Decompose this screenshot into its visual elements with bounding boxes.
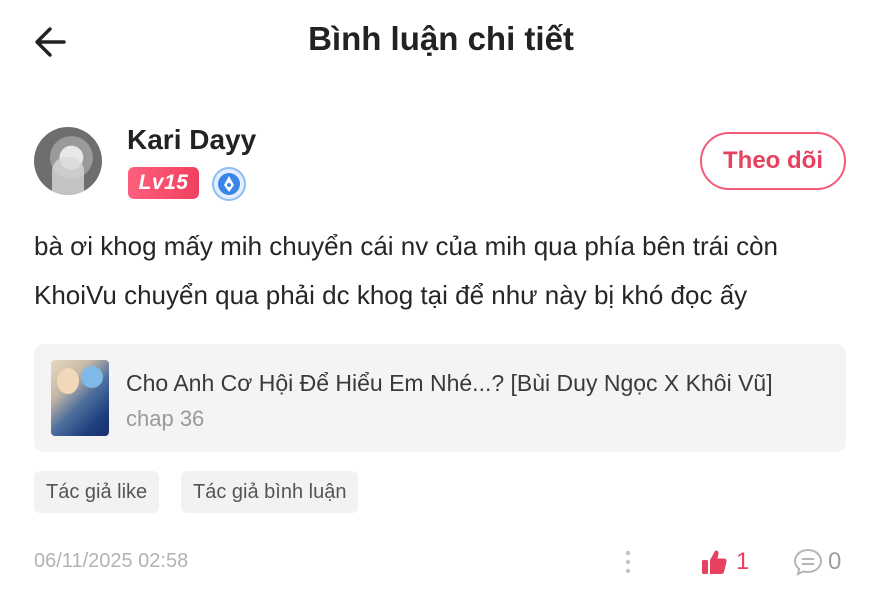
username[interactable]: Kari Dayy xyxy=(127,124,256,156)
story-title: Cho Anh Cơ Hội Để Hiểu Em Nhé...? [Bùi D… xyxy=(126,370,773,396)
reply-button[interactable]: 0 xyxy=(792,546,841,578)
story-thumbnail xyxy=(51,360,109,436)
follow-button[interactable]: Theo dõi xyxy=(700,132,846,190)
page-title: Bình luận chi tiết xyxy=(308,20,574,57)
comment-icon xyxy=(793,548,823,576)
vip-badge-icon xyxy=(211,166,247,202)
thumbs-up-icon xyxy=(702,550,727,574)
level-badge: Lv15 xyxy=(128,167,199,199)
story-card[interactable]: Cho Anh Cơ Hội Để Hiểu Em Nhé...? [Bùi D… xyxy=(34,344,846,452)
timestamp: 06/11/2025 02:58 xyxy=(34,550,189,572)
header: Bình luận chi tiết xyxy=(0,0,882,90)
tag-author-comment[interactable]: Tác giả bình luận xyxy=(181,471,359,513)
comment-text: bà ơi khog mấy mih chuyển cái nv của mih… xyxy=(34,231,779,310)
story-chapter: chap 36 xyxy=(126,406,205,431)
reply-count: 0 xyxy=(828,548,842,575)
avatar[interactable] xyxy=(34,127,102,195)
more-vertical-icon xyxy=(625,550,631,574)
like-button[interactable]: 1 xyxy=(700,546,749,578)
tag-author-like[interactable]: Tác giả like xyxy=(34,471,160,513)
more-button[interactable] xyxy=(618,546,638,578)
like-count: 1 xyxy=(736,548,750,575)
